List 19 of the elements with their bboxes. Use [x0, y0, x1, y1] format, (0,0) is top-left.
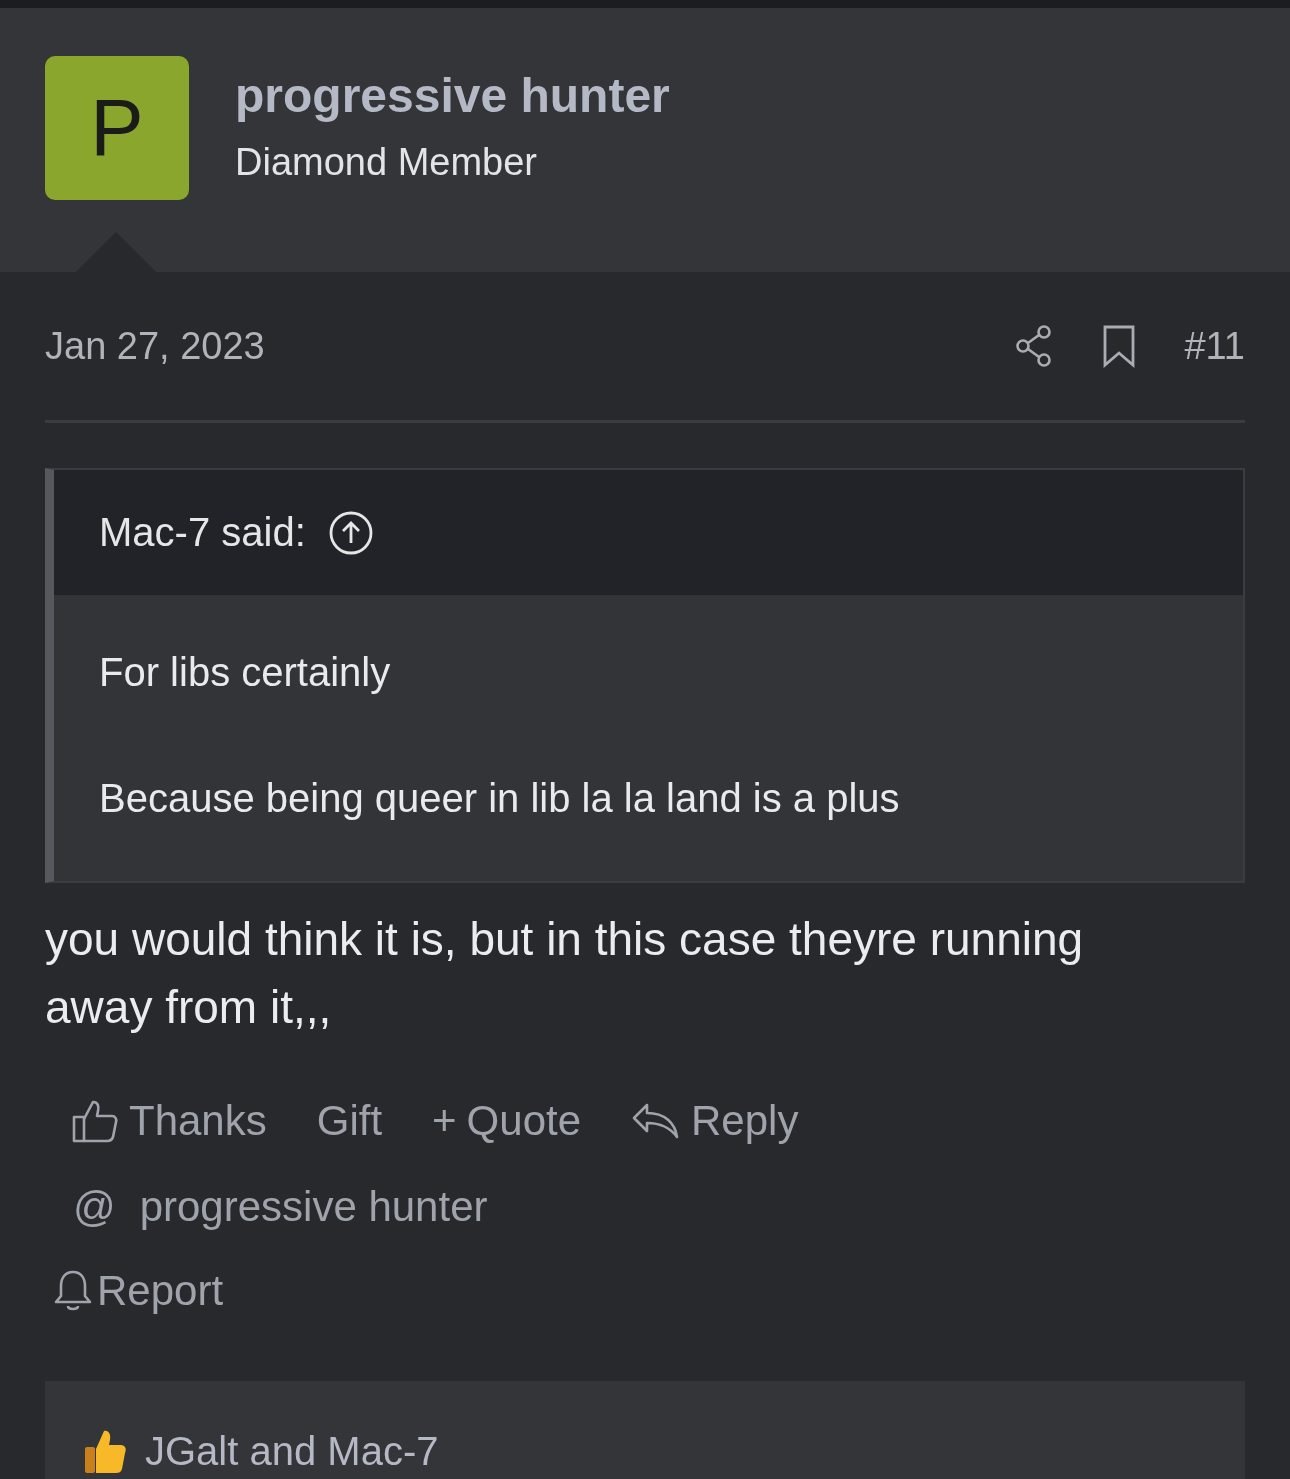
quote-text: For libs certainly [99, 649, 392, 696]
avatar[interactable]: P [45, 56, 189, 200]
gift-button[interactable]: Gift [316, 1091, 383, 1151]
post-number[interactable]: #11 [1184, 324, 1245, 368]
reaction-users[interactable]: JGalt and Mac-7 [145, 1428, 439, 1474]
post-date[interactable]: Jan 27, 2023 [45, 324, 265, 368]
arrow-up-circle-icon[interactable] [327, 509, 374, 556]
bell-icon [53, 1269, 93, 1313]
mention-button[interactable]: @ progressive hunter [73, 1177, 488, 1237]
user-title: Diamond Member [235, 140, 538, 185]
quote-button[interactable]: + Quote [432, 1091, 582, 1151]
quote-text: Because being queer in lib la la land is a plus [99, 775, 901, 822]
reply-button[interactable]: Reply [631, 1091, 799, 1151]
quote-author[interactable]: Mac-7 said: [99, 510, 306, 555]
post-text: you would think it is, but in this case theyre running away from it,,, [45, 912, 1085, 1035]
report-button[interactable]: Report [53, 1261, 224, 1321]
thanks-button[interactable]: Thanks [71, 1091, 267, 1151]
username[interactable]: progressive hunter [235, 64, 670, 128]
bookmark-icon[interactable] [1102, 324, 1137, 368]
